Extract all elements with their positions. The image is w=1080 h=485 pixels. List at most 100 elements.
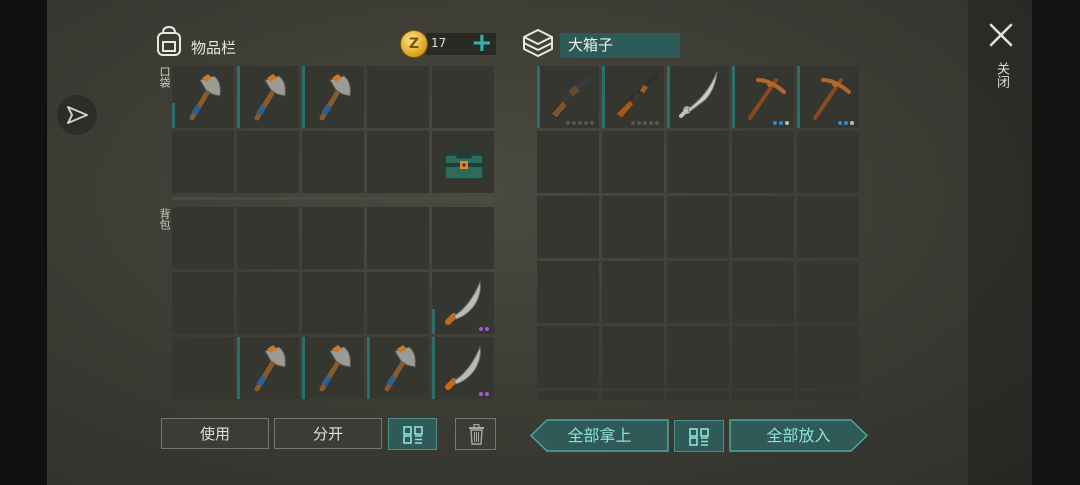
pocket-slot[interactable] (432, 131, 494, 193)
chest-icon (523, 29, 553, 57)
backpack-slot[interactable] (432, 207, 494, 269)
coin-amount: 17 (431, 36, 447, 50)
chest-slot[interactable] (667, 131, 729, 193)
chest-slot[interactable] (602, 326, 664, 388)
sword-icon (679, 71, 718, 118)
chest-slot[interactable] (797, 326, 859, 388)
pickaxe-icon (748, 78, 786, 120)
quality-dots (479, 392, 489, 396)
chest-slot[interactable] (797, 131, 859, 193)
chest-slot[interactable] (667, 196, 729, 258)
quality-dots (479, 327, 489, 331)
hatchet-icon (254, 74, 286, 121)
rifle-icon (615, 74, 658, 119)
backpack-slot[interactable] (302, 207, 364, 269)
hatchet-icon (319, 345, 351, 392)
chest-slot[interactable] (732, 391, 794, 400)
chest-slot[interactable] (797, 196, 859, 258)
use-button[interactable]: 使用 (161, 418, 269, 449)
game-screen: 物品栏 17 Z + 大箱子 口袋 背包 使用 分开 全部拿上 全部放入 关闭 (0, 0, 1080, 485)
chest-slot[interactable] (537, 66, 599, 128)
pocket-slot[interactable] (302, 131, 364, 193)
sort-grid-icon (403, 426, 423, 444)
backpack-icon (157, 25, 181, 56)
hatchet-icon (254, 345, 286, 392)
quality-dots (838, 121, 854, 125)
pocket-label: 口袋 (158, 66, 171, 88)
machete-icon (445, 345, 481, 390)
section-divider (172, 197, 496, 200)
backpack-slot[interactable] (367, 272, 429, 334)
chest-slot[interactable] (602, 391, 664, 400)
pocket-slot[interactable] (367, 66, 429, 128)
pocket-slot[interactable] (302, 66, 364, 128)
backpack-slot[interactable] (237, 207, 299, 269)
delete-button[interactable] (455, 418, 496, 450)
chest-slot[interactable] (667, 66, 729, 128)
navigation-button[interactable] (57, 95, 97, 135)
screen-edge-right (1032, 0, 1080, 485)
chest-slot[interactable] (797, 66, 859, 128)
chest-slot[interactable] (667, 391, 729, 400)
backpack-slot[interactable] (172, 207, 234, 269)
backpack-slot[interactable] (432, 272, 494, 334)
put-all-button[interactable]: 全部放入 (729, 419, 868, 452)
pocket-slot[interactable] (237, 66, 299, 128)
chest-slot[interactable] (602, 131, 664, 193)
trash-icon (469, 424, 484, 445)
pickaxe-icon (813, 78, 851, 120)
take-all-label: 全部拿上 (567, 426, 632, 445)
backpack-label: 背包 (158, 208, 171, 230)
pocket-slot[interactable] (432, 66, 494, 128)
chest-slot[interactable] (602, 261, 664, 323)
pocket-slot[interactable] (367, 131, 429, 193)
chest-slot[interactable] (537, 391, 599, 400)
add-coins-button[interactable]: + (471, 30, 493, 56)
send-arrow-icon (67, 106, 88, 124)
chest-slot[interactable] (537, 131, 599, 193)
backpack-slot[interactable] (367, 337, 429, 399)
sort-chest-button[interactable] (674, 420, 724, 452)
chest-slot[interactable] (797, 261, 859, 323)
sort-button[interactable] (388, 418, 437, 450)
put-all-label: 全部放入 (766, 426, 831, 445)
coin-icon: Z (400, 30, 428, 58)
chest-slot[interactable] (732, 261, 794, 323)
chest-slot[interactable] (537, 261, 599, 323)
backpack-slot[interactable] (172, 272, 234, 334)
chest-slot[interactable] (602, 66, 664, 128)
backpack-slot[interactable] (432, 337, 494, 399)
chest-slot[interactable] (732, 196, 794, 258)
inventory-title: 物品栏 (191, 39, 237, 57)
chest-grid (537, 66, 859, 400)
chest-slot[interactable] (732, 326, 794, 388)
hatchet-icon (189, 74, 221, 121)
hatchet-icon (319, 74, 351, 121)
backpack-slot[interactable] (367, 207, 429, 269)
chest-slot[interactable] (732, 131, 794, 193)
chest-slot[interactable] (537, 196, 599, 258)
chest-slot[interactable] (797, 391, 859, 400)
close-label[interactable]: 关闭 (992, 62, 1011, 88)
backpack-slot[interactable] (237, 272, 299, 334)
quality-dots (773, 121, 789, 125)
container-title: 大箱子 (560, 33, 680, 58)
pocket-slot[interactable] (172, 131, 234, 193)
pocket-slot[interactable] (237, 131, 299, 193)
chest-slot[interactable] (537, 326, 599, 388)
close-icon[interactable] (988, 22, 1014, 48)
backpack-slot[interactable] (302, 272, 364, 334)
chest-slot[interactable] (602, 196, 664, 258)
backpack-slot[interactable] (172, 337, 234, 399)
hatchet-icon (384, 345, 416, 392)
split-button[interactable]: 分开 (274, 418, 382, 449)
chest-slot[interactable] (732, 66, 794, 128)
quality-dots (566, 121, 594, 125)
chest-slot[interactable] (667, 261, 729, 323)
chest-slot[interactable] (667, 326, 729, 388)
pocket-slot[interactable] (172, 66, 234, 128)
backpack-slot[interactable] (237, 337, 299, 399)
backpack-slot[interactable] (302, 337, 364, 399)
take-all-button[interactable]: 全部拿上 (530, 419, 669, 452)
quality-dots (631, 121, 659, 125)
